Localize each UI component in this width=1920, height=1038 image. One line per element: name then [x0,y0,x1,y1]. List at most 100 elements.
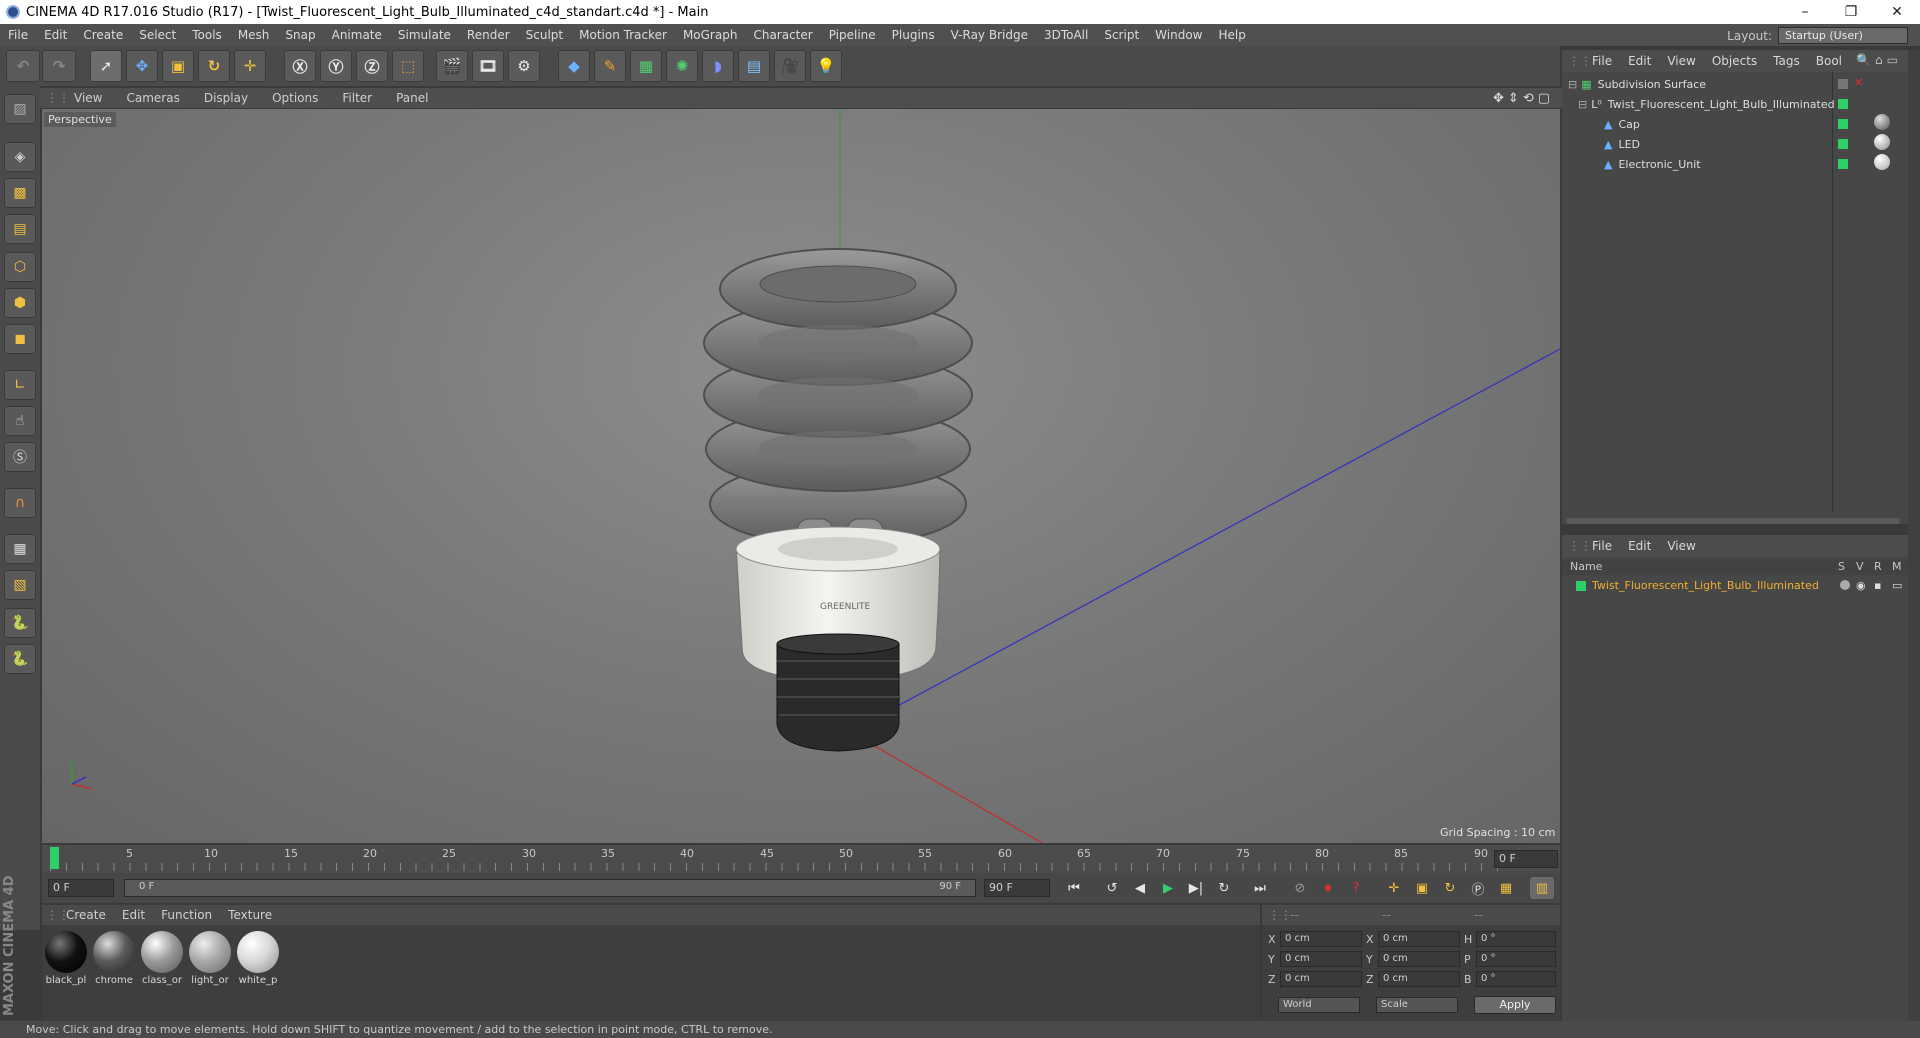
deformer-icon[interactable]: ◗ [702,50,734,82]
object-row-led[interactable]: ▲ LED [1562,134,1832,154]
menu-mesh[interactable]: Mesh [230,28,278,42]
texture-mode-icon[interactable]: ▩ [4,178,36,208]
transform-tool-icon[interactable]: ✛ [234,50,266,82]
tweak-mode-icon[interactable]: ☝ [4,406,36,436]
menu-vray-bridge[interactable]: V-Ray Bridge [943,28,1036,42]
y-axis-lock-icon[interactable]: Ⓨ [320,50,352,82]
3d-viewport[interactable]: GREENLITE [42,109,1560,843]
menu-simulate[interactable]: Simulate [390,28,459,42]
size-z-field[interactable]: 0 cm [1378,971,1460,987]
go-to-start-icon[interactable]: ⏮ [1062,877,1086,899]
subdivision-generator-icon[interactable]: ▦ [630,50,662,82]
menu-sculpt[interactable]: Sculpt [518,28,571,42]
key-rotation-icon[interactable]: ↻ [1438,877,1462,899]
floor-scene-icon[interactable]: ▤ [738,50,770,82]
light-icon[interactable]: 💡 [810,50,842,82]
menu-create[interactable]: Create [75,28,131,42]
render-settings-icon[interactable]: ⚙ [508,50,540,82]
python-script-2-icon[interactable]: 🐍 [4,644,36,674]
axis-mode-icon[interactable]: ∟ [4,370,36,400]
key-scale-icon[interactable]: ▣ [1410,877,1434,899]
menu-edit[interactable]: Edit [36,28,75,42]
material-swatch[interactable]: white_p [236,931,280,986]
cube-object-icon[interactable]: ◆ [558,50,590,82]
record-keys-icon[interactable]: ⊘ [1288,877,1312,899]
rotation-h-field[interactable]: 0 ° [1476,931,1556,947]
coordinate-system-icon[interactable]: ⬚ [392,50,424,82]
move-tool-icon[interactable]: ✥ [126,50,158,82]
viewport-navigation-icon[interactable]: ✥⇕⟲▢ [1493,91,1554,106]
layer-row[interactable]: Twist_Fluorescent_Light_Bulb_Illuminated… [1562,577,1908,595]
x-axis-lock-icon[interactable]: Ⓧ [284,50,316,82]
menu-pipeline[interactable]: Pipeline [821,28,884,42]
layer-color-swatch[interactable] [1576,581,1586,591]
rotation-b-field[interactable]: 0 ° [1476,971,1556,987]
viewport-menu-cameras[interactable]: Cameras [114,91,191,105]
rotate-tool-icon[interactable]: ↻ [198,50,230,82]
previous-key-icon[interactable]: ↺ [1100,877,1124,899]
current-frame-field[interactable]: 0 F [1494,850,1558,868]
visibility-toggle-icon[interactable]: ◉ [1856,579,1866,592]
playhead-marker[interactable] [50,847,59,869]
position-z-field[interactable]: 0 cm [1280,971,1362,987]
horizontal-scrollbar[interactable] [1566,518,1900,524]
material-swatch[interactable]: class_or [140,931,184,986]
viewport-menu-options[interactable]: Options [260,91,330,105]
render-view-icon[interactable]: 🎬 [436,50,468,82]
objects-menu-view[interactable]: View [1659,54,1703,68]
layers-menu-view[interactable]: View [1659,539,1703,553]
collapse-icon[interactable]: ⊟ [1578,98,1587,111]
redo-icon[interactable]: ↷ [42,50,76,82]
close-button[interactable]: ✕ [1874,0,1920,24]
menu-animate[interactable]: Animate [324,28,390,42]
key-parameter-icon[interactable]: Ⓟ [1466,877,1490,899]
object-row-cap[interactable]: ▲ Cap [1562,114,1832,134]
side-tab-strip[interactable] [1908,50,1920,1021]
material-swatch[interactable]: chrome [92,931,136,986]
render-picture-viewer-icon[interactable]: 🎞 [472,50,504,82]
minimize-button[interactable]: – [1782,0,1828,24]
scale-tool-icon[interactable]: ▣ [162,50,194,82]
live-selection-icon[interactable]: ➚ [90,50,122,82]
search-home-icons[interactable]: 🔍⌂▭ [1856,53,1902,67]
key-pla-icon[interactable]: ▦ [1494,877,1518,899]
model-mode-icon[interactable]: ◈ [4,142,36,172]
previous-frame-icon[interactable]: ◀ [1128,877,1152,899]
key-position-icon[interactable]: ✛ [1382,877,1406,899]
menu-motion-tracker[interactable]: Motion Tracker [571,28,675,42]
objects-menu-objects[interactable]: Objects [1704,54,1765,68]
menu-character[interactable]: Character [745,28,820,42]
rotation-p-field[interactable]: 0 ° [1476,951,1556,967]
material-menu-texture[interactable]: Texture [220,908,280,922]
material-menu-edit[interactable]: Edit [114,908,153,922]
material-menu-function[interactable]: Function [153,908,220,922]
objects-menu-bool[interactable]: Bool [1808,54,1850,68]
python-script-icon[interactable]: 🐍 [4,608,36,638]
next-key-icon[interactable]: ↻ [1212,877,1236,899]
menu-window[interactable]: Window [1147,28,1210,42]
material-tag-icon[interactable] [1874,114,1890,130]
edges-mode-icon[interactable]: ⬢ [4,288,36,318]
timeline-ruler[interactable]: 0 5 10 15 20 25 30 35 40 45 50 55 60 65 … [42,845,1560,873]
menu-snap[interactable]: Snap [277,28,323,42]
material-swatch[interactable]: black_pl [44,931,88,986]
polygons-mode-icon[interactable]: ◼ [4,324,36,354]
material-menu-create[interactable]: Create [58,908,114,922]
menu-tools[interactable]: Tools [184,28,230,42]
objects-menu-edit[interactable]: Edit [1620,54,1659,68]
material-tag-icon[interactable] [1874,134,1890,150]
object-row-subdivision[interactable]: ⊟ ▦ Subdivision Surface [1562,74,1832,94]
viewport-menu-view[interactable]: View [62,91,114,105]
position-x-field[interactable]: 0 cm [1280,931,1362,947]
camera-icon[interactable]: 🎥 [774,50,806,82]
start-frame-field[interactable]: 0 F [48,879,114,897]
menu-plugins[interactable]: Plugins [884,28,943,42]
next-frame-icon[interactable]: ▶| [1184,877,1208,899]
render-toggle-icon[interactable]: ▪ [1874,579,1881,592]
workplane-lock-icon[interactable]: ▦ [4,534,36,564]
material-swatch[interactable]: light_or [188,931,232,986]
timeline-layout-icon[interactable]: ▥ [1530,877,1554,899]
layer-color-tag-icon[interactable] [1838,139,1848,149]
menu-render[interactable]: Render [459,28,518,42]
menu-help[interactable]: Help [1210,28,1253,42]
